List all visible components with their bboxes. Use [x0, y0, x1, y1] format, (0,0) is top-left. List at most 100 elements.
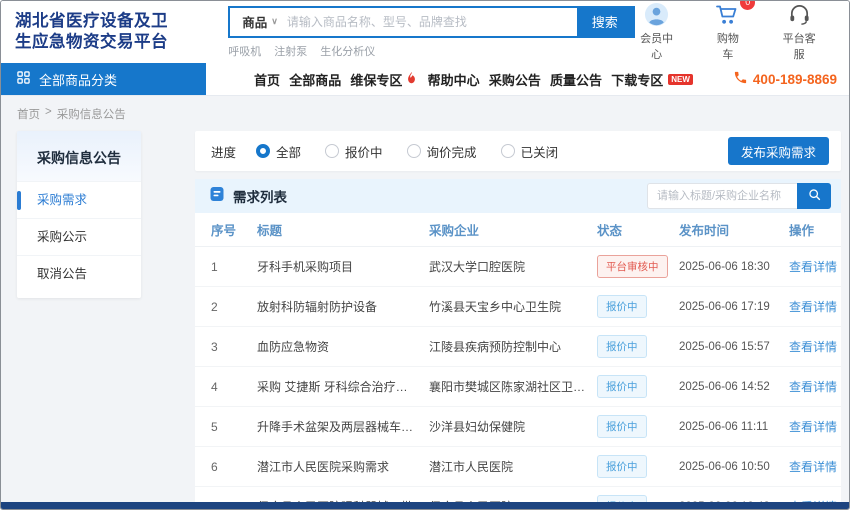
- sidebar-item-0[interactable]: 采购需求: [17, 181, 141, 218]
- nav-item-4[interactable]: 采购公告: [489, 70, 541, 89]
- status-badge: 平台审核中: [597, 255, 668, 278]
- view-details-link[interactable]: 查看详情: [789, 258, 837, 275]
- status-cell: 报价中: [597, 335, 679, 358]
- main-nav: 全部商品分类 首页全部商品维保专区帮助中心采购公告质量公告下载专区NEW 400…: [1, 63, 849, 96]
- all-categories-label: 全部商品分类: [39, 70, 117, 89]
- column-header-1: 标题: [257, 220, 429, 239]
- view-details-link[interactable]: 查看详情: [789, 298, 837, 315]
- page-content: 采购信息公告 采购需求采购公示取消公告 进度 全部报价中询价完成已关闭 发布采购…: [1, 131, 849, 510]
- view-details-link[interactable]: 查看详情: [789, 418, 837, 435]
- search-category-dropdown[interactable]: 商品 ∨: [230, 12, 287, 31]
- quick-link-label: 会员中心: [635, 30, 679, 62]
- status-cell: 报价中: [597, 415, 679, 438]
- table-row-4: 5升降手术盆架及两层器械车采购沙洋县妇幼保健院报价中2025-06-06 11:…: [195, 407, 841, 447]
- table-row-3: 4采购 艾捷斯 牙科综合治疗机 AJ11襄阳市樊城区陈家湖社区卫生服…报价中 20…: [195, 367, 841, 407]
- hot-keywords: 呼吸机注射泵生化分析仪: [228, 43, 634, 59]
- sidebar-item-2[interactable]: 取消公告: [17, 255, 141, 292]
- sidebar-menu: 采购需求采购公示取消公告: [17, 181, 141, 292]
- filter-label: 进度: [211, 142, 236, 161]
- search-button[interactable]: 搜索: [577, 8, 633, 36]
- table-body: 1牙科手机采购项目武汉大学口腔医院平台审核中2025-06-06 18:30查看…: [195, 247, 841, 510]
- progress-radio-1[interactable]: 报价中: [325, 142, 383, 161]
- row-number: 4: [211, 380, 257, 394]
- list-search-button[interactable]: [797, 183, 831, 209]
- purchasing-company: 襄阳市樊城区陈家湖社区卫生服…: [429, 378, 597, 395]
- column-header-0: 序号: [211, 220, 257, 239]
- demand-list-card: 需求列表 序号标题采购企业状态发布时间操作 1牙科手机采购项目武汉大学口腔医院平…: [195, 179, 841, 510]
- search-input[interactable]: [287, 15, 577, 29]
- sidebar-title: 采购信息公告: [17, 131, 141, 181]
- status-badge: 报价中: [597, 295, 647, 318]
- hot-keyword-0[interactable]: 呼吸机: [228, 43, 261, 59]
- publish-time: 2025-06-06 14:52: [679, 381, 789, 393]
- hot-keyword-2[interactable]: 生化分析仪: [320, 43, 375, 59]
- site-header: 湖北省医疗设备及卫 生应急物资交易平台 商品 ∨ 搜索 呼吸机注射泵生化分析仪 …: [1, 1, 849, 63]
- service-phone: 400-189-8869: [733, 63, 849, 95]
- chevron-down-icon: ∨: [271, 16, 278, 27]
- hot-keyword-1[interactable]: 注射泵: [274, 43, 307, 59]
- status-cell: 报价中: [597, 375, 679, 398]
- progress-radio-group: 全部 报价中 询价完成 已关闭: [256, 142, 582, 161]
- all-categories-button[interactable]: 全部商品分类: [1, 63, 206, 95]
- phone-icon: [733, 70, 748, 88]
- status-cell: 报价中: [597, 295, 679, 318]
- list-search-input[interactable]: [647, 183, 797, 209]
- radio-label: 报价中: [345, 142, 383, 161]
- status-badge: 报价中: [597, 455, 647, 478]
- progress-radio-3[interactable]: 已关闭: [501, 142, 559, 161]
- headset-icon: [777, 2, 821, 27]
- demand-title: 血防应急物资: [257, 338, 429, 355]
- fire-icon: [405, 71, 418, 87]
- progress-radio-0[interactable]: 全部: [256, 142, 301, 161]
- purchasing-company: 潜江市人民医院: [429, 458, 597, 475]
- magnifier-icon: [808, 188, 821, 204]
- active-indicator: [17, 191, 21, 210]
- header-quick-links: 会员中心 0购物车平台客服: [635, 2, 835, 62]
- demand-title: 升降手术盆架及两层器械车采购: [257, 418, 429, 435]
- table-row-0: 1牙科手机采购项目武汉大学口腔医院平台审核中2025-06-06 18:30查看…: [195, 247, 841, 287]
- view-details-link[interactable]: 查看详情: [789, 338, 837, 355]
- purchasing-company: 竹溪县天宝乡中心卫生院: [429, 298, 597, 315]
- status-cell: 报价中: [597, 455, 679, 478]
- row-number: 5: [211, 420, 257, 434]
- publish-time: 2025-06-06 17:19: [679, 301, 789, 313]
- demand-title: 采购 艾捷斯 牙科综合治疗机 AJ11: [257, 378, 429, 395]
- radio-label: 已关闭: [521, 142, 559, 161]
- nav-item-1[interactable]: 全部商品: [289, 70, 341, 89]
- nav-item-3[interactable]: 帮助中心: [428, 70, 480, 89]
- breadcrumb-home[interactable]: 首页: [17, 106, 40, 122]
- cart-count-badge: 0: [740, 0, 755, 10]
- publish-demand-button[interactable]: 发布采购需求: [728, 137, 829, 165]
- view-details-link[interactable]: 查看详情: [789, 378, 837, 395]
- demand-title: 放射科防辐射防护设备: [257, 298, 429, 315]
- list-title: 需求列表: [233, 186, 287, 206]
- app-window: 湖北省医疗设备及卫 生应急物资交易平台 商品 ∨ 搜索 呼吸机注射泵生化分析仪 …: [0, 0, 850, 510]
- main-panel: 进度 全部报价中询价完成已关闭 发布采购需求 需求列表: [195, 131, 841, 510]
- phone-number: 400-189-8869: [753, 72, 837, 87]
- breadcrumb-separator: >: [45, 106, 52, 122]
- publish-time: 2025-06-06 18:30: [679, 261, 789, 273]
- footer-edge: [1, 502, 849, 509]
- status-badge: 报价中: [597, 375, 647, 398]
- nav-item-5[interactable]: 质量公告: [550, 70, 602, 89]
- status-badge: 报价中: [597, 335, 647, 358]
- table-row-5: 6潜江市人民医院采购需求潜江市人民医院报价中2025-06-06 10:50查看…: [195, 447, 841, 487]
- nav-item-2[interactable]: 维保专区: [350, 70, 418, 89]
- document-icon: [209, 186, 225, 207]
- breadcrumb: 首页 > 采购信息公告: [1, 96, 849, 131]
- progress-filter-bar: 进度 全部 报价中 询价完成 已关闭 发布采购需求: [195, 131, 841, 171]
- quick-link-2[interactable]: 平台客服: [777, 2, 821, 62]
- progress-radio-2[interactable]: 询价完成: [407, 142, 477, 161]
- sidebar-item-1[interactable]: 采购公示: [17, 218, 141, 255]
- status-cell: 平台审核中: [597, 255, 679, 278]
- quick-link-1[interactable]: 0购物车: [711, 2, 744, 62]
- nav-item-6[interactable]: 下载专区NEW: [611, 70, 693, 89]
- sidebar: 采购信息公告 采购需求采购公示取消公告: [17, 131, 141, 298]
- view-details-link[interactable]: 查看详情: [789, 458, 837, 475]
- purchasing-company: 沙洋县妇幼保健院: [429, 418, 597, 435]
- status-badge: 报价中: [597, 415, 647, 438]
- new-badge: NEW: [668, 74, 693, 85]
- quick-link-0[interactable]: 会员中心: [635, 2, 679, 62]
- nav-item-0[interactable]: 首页: [254, 70, 280, 89]
- cart-icon: 0: [711, 2, 744, 27]
